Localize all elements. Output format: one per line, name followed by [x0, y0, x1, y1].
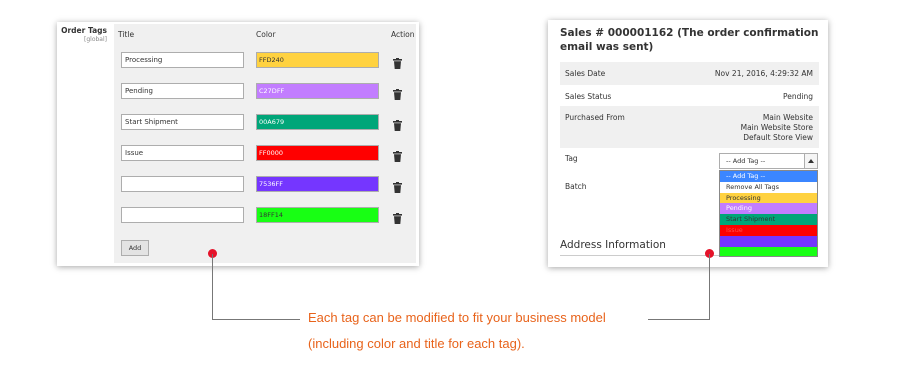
callout-line-left-vertical [212, 254, 213, 320]
tag-color-input[interactable]: FF0000 [256, 145, 379, 161]
tag-title-input[interactable]: Pending [121, 83, 244, 99]
order-title: Sales # 000001162 (The order confirmatio… [560, 27, 819, 53]
trash-icon[interactable] [393, 54, 402, 69]
tag-title-input[interactable]: Processing [121, 52, 244, 68]
sales-status-value: Pending [783, 92, 813, 101]
tag-color-input[interactable]: FFD240 [256, 52, 379, 68]
order-tags-label: Order Tags [61, 26, 107, 35]
tag-dropdown-option[interactable] [720, 235, 817, 247]
tag-row: Start Shipment 00A679 [114, 114, 416, 132]
chevron-up-icon[interactable] [804, 154, 817, 168]
purchased-from-row: Purchased From Main Website Main Website… [560, 106, 819, 148]
tag-dropdown-option[interactable]: Remove All Tags [720, 181, 817, 193]
tag-select-value: -- Add Tag -- [726, 157, 766, 165]
tags-table: Title Color Action Add Processing FFD240 P… [114, 24, 416, 263]
order-view-panel: Sales # 000001162 (The order confirmatio… [548, 20, 828, 267]
tag-dropdown-option[interactable]: Start Shipment [720, 214, 817, 225]
purchased-from-value: Main Website Main Website Store Default … [741, 113, 813, 143]
tag-color-input[interactable]: 00A679 [256, 114, 379, 130]
sales-status-row: Sales Status Pending [560, 85, 819, 106]
tag-dropdown-option[interactable] [720, 246, 817, 256]
scope-label: [global] [84, 36, 107, 43]
column-header-title: Title [118, 30, 135, 39]
tag-row: Pending C27DFF [114, 83, 416, 101]
tag-label: Tag [565, 154, 578, 163]
tag-color-input[interactable]: C27DFF [256, 83, 379, 99]
sales-date-value: Nov 21, 2016, 4:29:32 AM [714, 69, 813, 78]
callout-line-left-horizontal [212, 319, 300, 320]
trash-icon[interactable] [393, 178, 402, 193]
tag-dropdown-list: -- Add Tag -- Remove All Tags Processing Pe… [719, 170, 818, 257]
trash-icon[interactable] [393, 116, 402, 131]
tag-dropdown-option[interactable]: Issue [720, 224, 817, 236]
tag-color-input[interactable]: 7536FF [256, 176, 379, 192]
tag-title-input[interactable] [121, 207, 244, 223]
purchased-from-store: Main Website Store [740, 123, 813, 132]
tag-select[interactable]: -- Add Tag -- [719, 153, 818, 169]
caption-line-2: (including color and title for each tag)… [308, 336, 525, 351]
batch-label: Batch [565, 182, 587, 191]
purchased-from-label: Purchased From [565, 113, 625, 122]
tag-title-input[interactable]: Issue [121, 145, 244, 161]
tag-title-input[interactable]: Start Shipment [121, 114, 244, 130]
trash-icon[interactable] [393, 85, 402, 100]
column-header-color: Color [256, 30, 276, 39]
tag-row: 18FF14 [114, 207, 416, 225]
order-tags-config-panel: Order Tags [global] Title Color Action A… [57, 22, 419, 266]
tag-dropdown-option[interactable]: -- Add Tag -- [720, 171, 817, 182]
purchased-from-website: Main Website [762, 113, 813, 122]
trash-icon[interactable] [393, 209, 402, 224]
address-information-title: Address Information [560, 239, 666, 251]
tag-dropdown-option[interactable]: Processing [720, 192, 817, 204]
column-header-action: Action [391, 30, 415, 39]
tag-row: Processing FFD240 [114, 52, 416, 70]
tag-color-input[interactable]: 18FF14 [256, 207, 379, 223]
tag-row: Issue FF0000 [114, 145, 416, 163]
tag-title-input[interactable] [121, 176, 244, 192]
tag-row: 7536FF [114, 176, 416, 194]
purchased-from-store-view: Default Store View [743, 133, 813, 142]
sales-status-label: Sales Status [565, 92, 612, 101]
sales-date-row: Sales Date Nov 21, 2016, 4:29:32 AM [560, 62, 819, 85]
callout-line-right-horizontal [648, 319, 710, 320]
tag-dropdown-option[interactable]: Pending [720, 203, 817, 215]
trash-icon[interactable] [393, 147, 402, 162]
callout-line-right-vertical [709, 254, 710, 320]
caption-line-1: Each tag can be modified to fit your bus… [308, 310, 606, 325]
sales-date-label: Sales Date [565, 69, 606, 78]
add-tag-button[interactable]: Add [121, 240, 149, 256]
